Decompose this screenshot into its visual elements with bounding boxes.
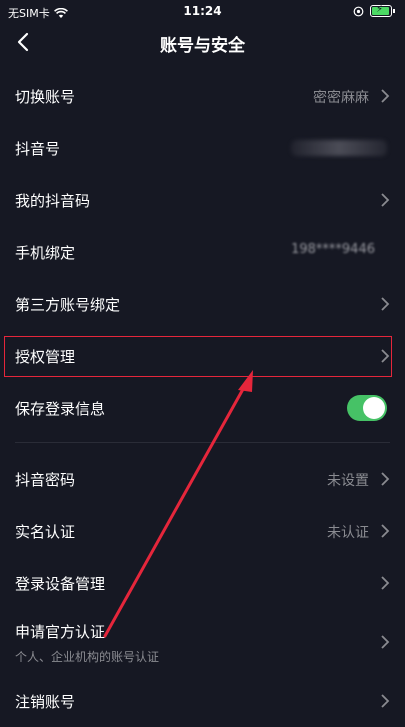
- save-login-toggle[interactable]: [347, 395, 387, 421]
- status-right-group: ⚡: [353, 4, 395, 17]
- row-label: 抖音号: [15, 140, 61, 158]
- row-save-login: 保存登录信息: [0, 382, 405, 434]
- chevron-right-icon: [381, 297, 390, 311]
- orientation-lock-icon: [353, 6, 364, 16]
- row-label: 抖音密码: [15, 471, 76, 489]
- row-label: 登录设备管理: [15, 575, 106, 593]
- row-password[interactable]: 抖音密码 未设置: [0, 453, 405, 505]
- row-label: 注销账号: [15, 693, 76, 711]
- row-value: 未认证: [327, 525, 369, 541]
- chevron-right-icon: [381, 89, 390, 103]
- chevron-right-icon: [381, 694, 390, 708]
- row-label: 第三方账号绑定: [15, 296, 121, 314]
- chevron-right-icon: [381, 635, 390, 649]
- highlight-box: [4, 336, 392, 377]
- row-label: 切换账号: [15, 88, 76, 106]
- row-label: 手机绑定: [15, 244, 76, 262]
- battery-tip: [393, 9, 395, 13]
- row-label: 保存登录信息: [15, 400, 106, 418]
- row-phone-binding[interactable]: 手机绑定 198****9446: [0, 226, 405, 278]
- phone-number: 198****9446: [291, 242, 375, 257]
- settings-list: 切换账号 密密麻麻 抖音号 我的抖音码 手机绑定 198****9446 第三方…: [0, 70, 405, 727]
- row-third-party-binding[interactable]: 第三方账号绑定: [0, 278, 405, 330]
- section-divider: [15, 442, 390, 443]
- row-label: 实名认证: [15, 523, 76, 541]
- row-switch-account[interactable]: 切换账号 密密麻麻: [0, 70, 405, 122]
- row-real-name[interactable]: 实名认证 未认证: [0, 505, 405, 557]
- status-bar: 无SIM卡 11:24 ⚡: [0, 0, 405, 24]
- status-time: 11:24: [183, 4, 222, 18]
- row-value: 未设置: [327, 473, 369, 489]
- row-douyin-id[interactable]: 抖音号: [0, 122, 405, 174]
- blurred-value: [291, 140, 387, 156]
- page-title: 账号与安全: [160, 36, 245, 56]
- row-label: 申请官方认证: [15, 623, 106, 641]
- row-deactivate[interactable]: 注销账号: [0, 675, 405, 727]
- chevron-right-icon: [381, 524, 390, 538]
- chevron-right-icon: [381, 472, 390, 486]
- row-login-devices[interactable]: 登录设备管理: [0, 557, 405, 609]
- battery-icon: ⚡: [370, 4, 392, 17]
- toggle-knob: [363, 397, 385, 419]
- row-official-verify[interactable]: 申请官方认证 个人、企业机构的账号认证: [0, 609, 405, 675]
- chevron-right-icon: [381, 576, 390, 590]
- nav-bar: 账号与安全: [0, 24, 405, 60]
- row-value: 密密麻麻: [313, 90, 369, 106]
- row-my-qr-code[interactable]: 我的抖音码: [0, 174, 405, 226]
- row-label: 我的抖音码: [15, 192, 91, 210]
- row-subtitle: 个人、企业机构的账号认证: [15, 650, 160, 664]
- chevron-right-icon: [381, 193, 390, 207]
